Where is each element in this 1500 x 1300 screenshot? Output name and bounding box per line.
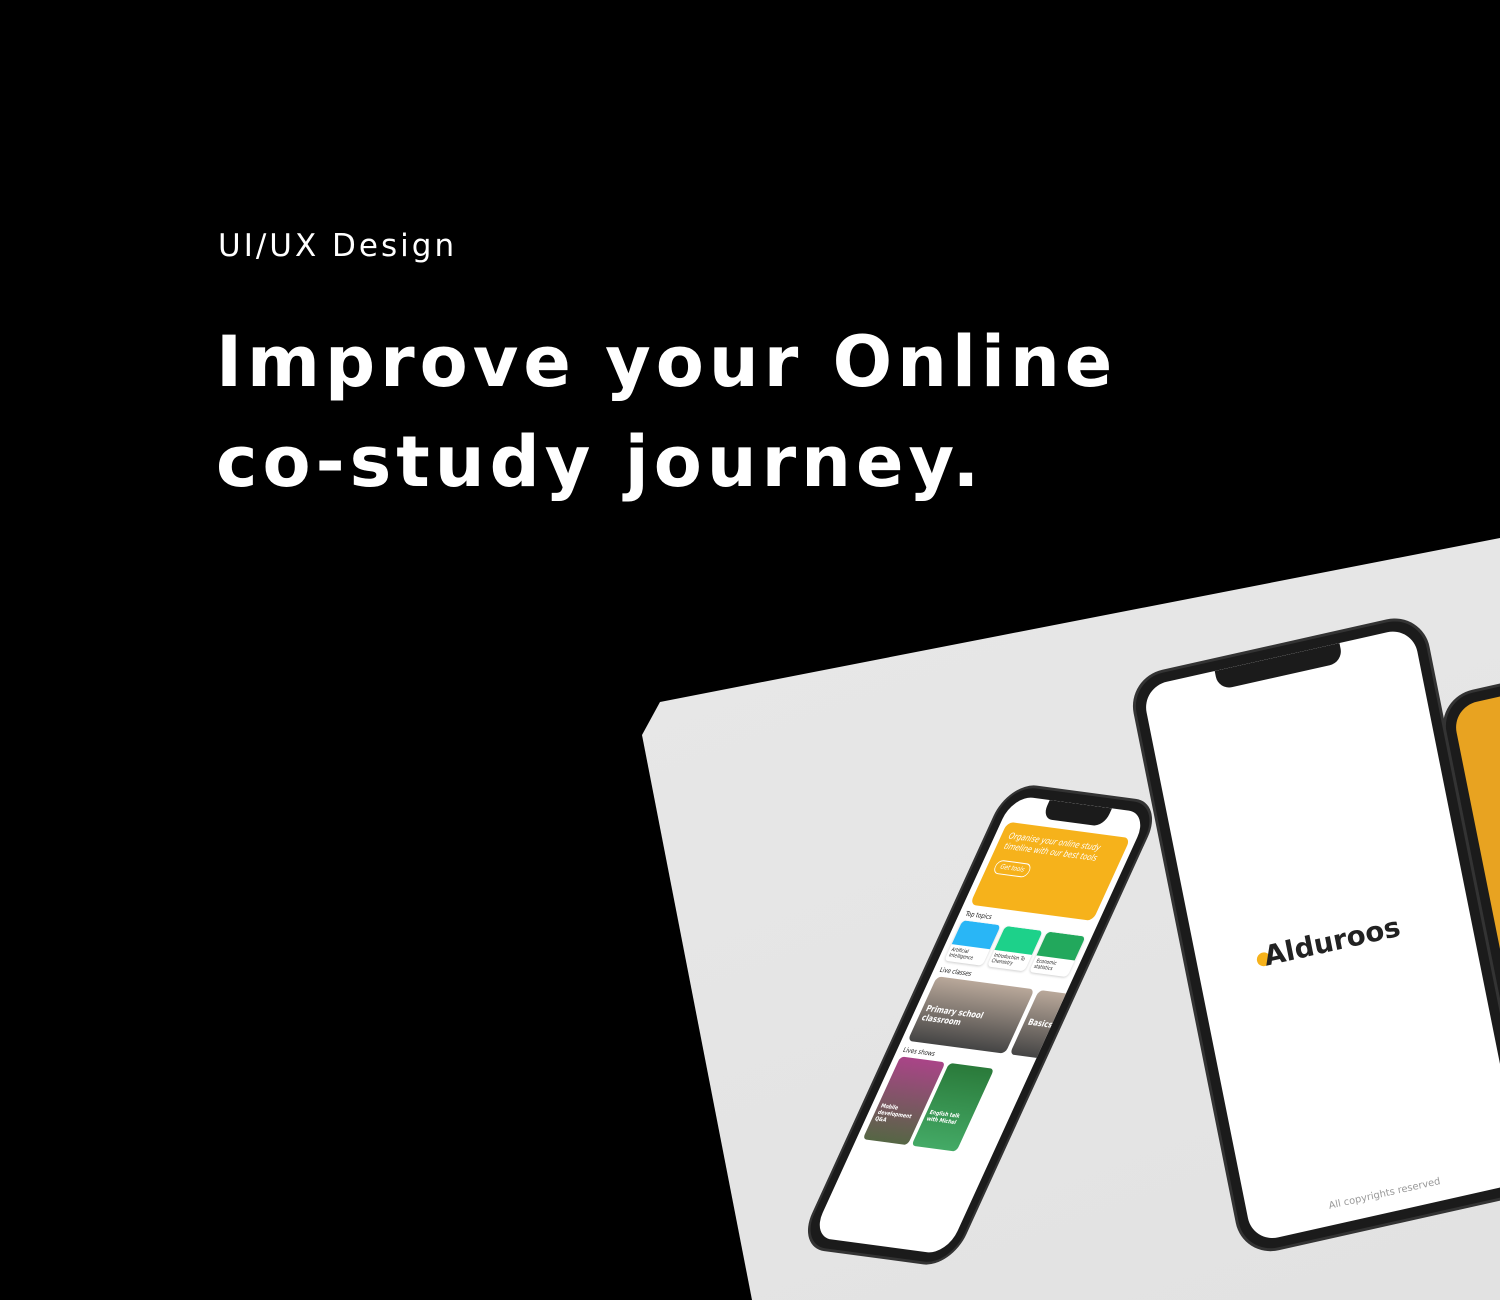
headline-line-1: Improve your Online (216, 321, 1118, 403)
get-tools-button[interactable]: Get tools (991, 859, 1033, 878)
topic-title: Introduction To Chemistry (990, 952, 1026, 967)
category-label: UI/UX Design (218, 228, 458, 264)
hero-banner: Organise your online study timeline with… (969, 821, 1131, 921)
brand-logo: Alduroos (1253, 910, 1403, 974)
topic-title: Economic statistics (1032, 958, 1058, 973)
headline: Improve your Online co-study journey. (216, 312, 1117, 512)
topic-title: Artificial Intelligence (947, 947, 975, 962)
brand-name: Alduroos (1261, 910, 1404, 973)
headline-line-2: co-study journey. (216, 421, 985, 503)
phone-notch (1041, 800, 1112, 827)
